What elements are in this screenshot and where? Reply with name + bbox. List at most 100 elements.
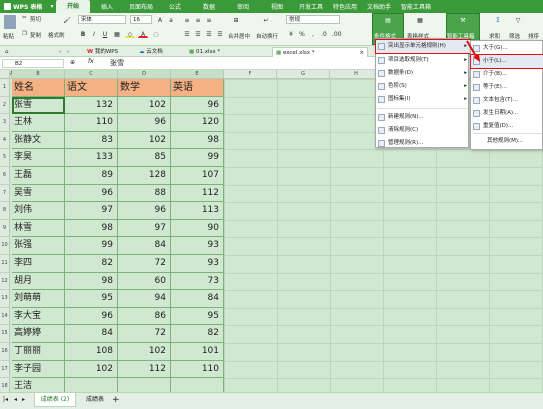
align-right-icon[interactable]: ☰ — [204, 29, 214, 38]
formula-input[interactable]: 张雪 — [110, 58, 124, 68]
row-header[interactable]: 8 — [0, 202, 10, 220]
score-cell[interactable]: 96 — [118, 202, 171, 220]
score-cell[interactable]: 93 — [171, 237, 224, 255]
menu-view[interactable]: 视图 — [260, 2, 294, 11]
cf-text-contains[interactable]: 文本包含(T)... — [471, 94, 543, 107]
name-cell[interactable]: 王林 — [12, 114, 65, 132]
score-cell[interactable]: 98 — [171, 131, 224, 150]
row-header[interactable]: 15 — [0, 325, 10, 343]
sum-button[interactable]: 求和 — [489, 32, 500, 40]
name-cell[interactable]: 李子园 — [12, 360, 65, 379]
row-header[interactable]: 6 — [0, 167, 10, 185]
score-cell[interactable]: 96 — [65, 184, 118, 203]
scissors-icon[interactable]: ✂ — [22, 15, 27, 21]
name-cell[interactable]: 李大宝 — [12, 307, 65, 326]
menu-features[interactable]: 特色应用 — [328, 2, 362, 11]
home-icon[interactable]: ⌂ — [2, 47, 9, 57]
name-cell[interactable]: 张雪 — [12, 96, 65, 115]
score-cell[interactable]: 72 — [118, 325, 171, 343]
cf-equal-to[interactable]: 等于(E)... — [471, 81, 543, 94]
copy-icon[interactable]: ❐ — [22, 31, 27, 37]
toolbox-icon[interactable]: ⚒ — [457, 15, 469, 24]
row-header[interactable]: 3 — [0, 114, 10, 132]
font-shrink-icon[interactable]: a — [166, 15, 176, 24]
border-icon[interactable]: ▦ — [112, 29, 122, 38]
paste-button[interactable]: 粘贴 — [3, 32, 14, 40]
score-cell[interactable]: 110 — [171, 360, 224, 379]
name-cell[interactable]: 张强 — [12, 237, 65, 255]
column-header[interactable]: F — [224, 70, 277, 79]
table-header-cell[interactable]: 数学 — [118, 79, 171, 97]
row-header[interactable]: 10 — [0, 237, 10, 255]
sort-button[interactable]: 排序 — [528, 32, 539, 40]
score-cell[interactable]: 83 — [65, 131, 118, 150]
score-cell[interactable]: 99 — [65, 237, 118, 255]
align-left-icon[interactable]: ☰ — [182, 29, 192, 38]
row-header[interactable]: 2 — [0, 96, 10, 115]
cf-new-rule[interactable]: 新建规则(N)... — [376, 111, 470, 124]
sheet-tab-scores-2[interactable]: 成绩表 (2) — [34, 393, 76, 407]
score-cell[interactable]: 102 — [118, 96, 171, 115]
menu-page-layout[interactable]: 页面布局 — [124, 2, 158, 11]
column-header[interactable]: C — [65, 70, 118, 79]
row-header[interactable]: 17 — [0, 360, 10, 379]
menu-developer[interactable]: 开发工具 — [294, 2, 328, 11]
score-cell[interactable]: 113 — [171, 202, 224, 220]
brush-icon[interactable]: 🖌 — [62, 15, 72, 24]
score-cell[interactable]: 132 — [65, 96, 118, 115]
score-cell[interactable] — [171, 378, 224, 392]
row-header[interactable]: 13 — [0, 290, 10, 308]
score-cell[interactable]: 94 — [118, 290, 171, 308]
score-cell[interactable]: 84 — [65, 325, 118, 343]
row-header[interactable]: 16 — [0, 343, 10, 361]
tab-01-xlsx[interactable]: ▦ 01.xlsx * — [186, 47, 270, 57]
sheet-tab-scores[interactable]: 成绩表 — [80, 393, 110, 407]
zoom-icon[interactable]: ⊕ — [70, 59, 75, 66]
name-cell[interactable]: 高婷婷 — [12, 325, 65, 343]
bold-icon[interactable]: B — [78, 29, 88, 38]
name-cell[interactable]: 胡月 — [12, 272, 65, 291]
menu-formulas[interactable]: 公式 — [158, 2, 192, 11]
row-header[interactable]: 5 — [0, 149, 10, 167]
table-header-cell[interactable]: 语文 — [65, 79, 118, 97]
tab-my-wps[interactable]: W 我的WPS — [84, 47, 134, 57]
font-size-select[interactable]: 16 — [130, 15, 152, 24]
tab-cloud-docs[interactable]: ☁ 云文档 — [136, 47, 186, 57]
name-cell[interactable]: 张静文 — [12, 131, 65, 150]
menu-data[interactable]: 数据 — [192, 2, 226, 11]
score-cell[interactable]: 102 — [118, 343, 171, 361]
score-cell[interactable]: 133 — [65, 149, 118, 167]
table-header-cell[interactable]: 英语 — [171, 79, 224, 97]
function-icon[interactable]: fx — [88, 58, 94, 65]
name-cell[interactable]: 李昊 — [12, 149, 65, 167]
align-middle-icon[interactable]: ≡ — [193, 15, 203, 24]
score-cell[interactable] — [118, 378, 171, 392]
score-cell[interactable]: 96 — [118, 114, 171, 132]
prev-sheet-icon[interactable]: ◂ — [14, 396, 17, 403]
filter-icon[interactable]: ▽ — [512, 15, 524, 24]
name-cell[interactable]: 吴雪 — [12, 184, 65, 203]
row-header[interactable]: 12 — [0, 272, 10, 291]
back-icon[interactable]: ‹ — [56, 47, 61, 57]
justify-icon[interactable]: ☰ — [215, 29, 225, 38]
score-cell[interactable]: 72 — [118, 255, 171, 273]
score-cell[interactable]: 97 — [65, 202, 118, 220]
font-grow-icon[interactable]: A — [155, 15, 165, 24]
thousands-icon[interactable]: , — [308, 29, 318, 38]
sum-icon[interactable]: Σ — [492, 15, 504, 24]
score-cell[interactable]: 82 — [171, 325, 224, 343]
menu-doc-helper[interactable]: 文档助手 — [362, 2, 396, 11]
score-cell[interactable]: 98 — [65, 272, 118, 291]
cf-duplicate-values[interactable]: 重复值(D)... — [471, 120, 543, 133]
menu-smart-toolbox[interactable]: 智能工具箱 — [396, 2, 436, 11]
row-header[interactable]: 14 — [0, 307, 10, 326]
conditional-format-icon[interactable]: ▤ — [382, 15, 394, 24]
cf-date-occurring[interactable]: 发生日期(A)... — [471, 107, 543, 120]
name-cell[interactable]: 丁丽丽 — [12, 343, 65, 361]
cf-color-scales[interactable]: 色阶(S) ▸ — [376, 80, 470, 93]
score-cell[interactable]: 88 — [118, 184, 171, 203]
cf-top-bottom-rules[interactable]: 项目选取规则(T) ▸ — [376, 54, 470, 67]
cf-manage-rules[interactable]: 管理规则(R)... — [376, 137, 470, 150]
cf-highlight-cells-rules[interactable]: 突出显示单元格规则(H) ▸ — [375, 39, 471, 54]
name-cell[interactable]: 林雪 — [12, 219, 65, 238]
